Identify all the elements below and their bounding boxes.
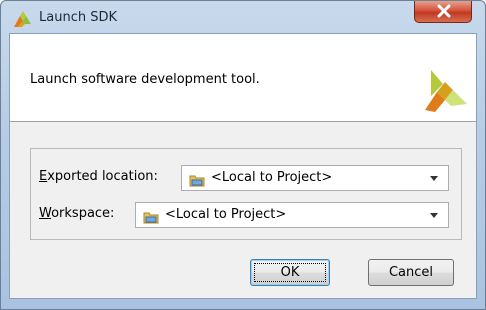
workspace-value: <Local to Project>	[165, 207, 287, 222]
folder-icon	[143, 209, 159, 224]
workspace-label: Workspace:	[39, 206, 114, 221]
ok-button[interactable]: OK	[250, 259, 330, 286]
dialog-description: Launch software development tool.	[30, 72, 260, 87]
workspace-label-text: orkspace:	[51, 206, 115, 221]
exported-location-value: <Local to Project>	[211, 170, 333, 185]
sdk-app-icon	[12, 10, 32, 28]
dialog-window: Launch SDK Launch software development t…	[0, 0, 486, 310]
focus-rectangle	[254, 263, 326, 282]
cancel-button-label: Cancel	[388, 265, 434, 280]
workspace-mnemonic: W	[39, 206, 52, 221]
location-group: Exported location: <Local to Project> Wo…	[30, 148, 462, 240]
exported-location-label-text: xported location:	[47, 169, 158, 184]
chevron-down-icon	[430, 213, 438, 218]
title-bar[interactable]: Launch SDK	[1, 1, 485, 35]
header-panel: Launch software development tool.	[10, 34, 476, 122]
exported-location-mnemonic: E	[39, 169, 48, 184]
dialog-client-area: Launch software development tool. Export…	[9, 33, 477, 299]
xilinx-logo	[423, 70, 467, 114]
workspace-dropdown[interactable]: <Local to Project>	[135, 202, 449, 228]
window-title: Launch SDK	[39, 10, 117, 25]
exported-location-label: Exported location:	[39, 169, 158, 184]
cancel-button[interactable]: Cancel	[368, 259, 454, 286]
close-button[interactable]	[414, 1, 472, 23]
chevron-down-icon	[430, 176, 438, 181]
close-icon	[437, 4, 451, 18]
exported-location-dropdown[interactable]: <Local to Project>	[181, 165, 449, 191]
folder-icon	[189, 172, 205, 187]
